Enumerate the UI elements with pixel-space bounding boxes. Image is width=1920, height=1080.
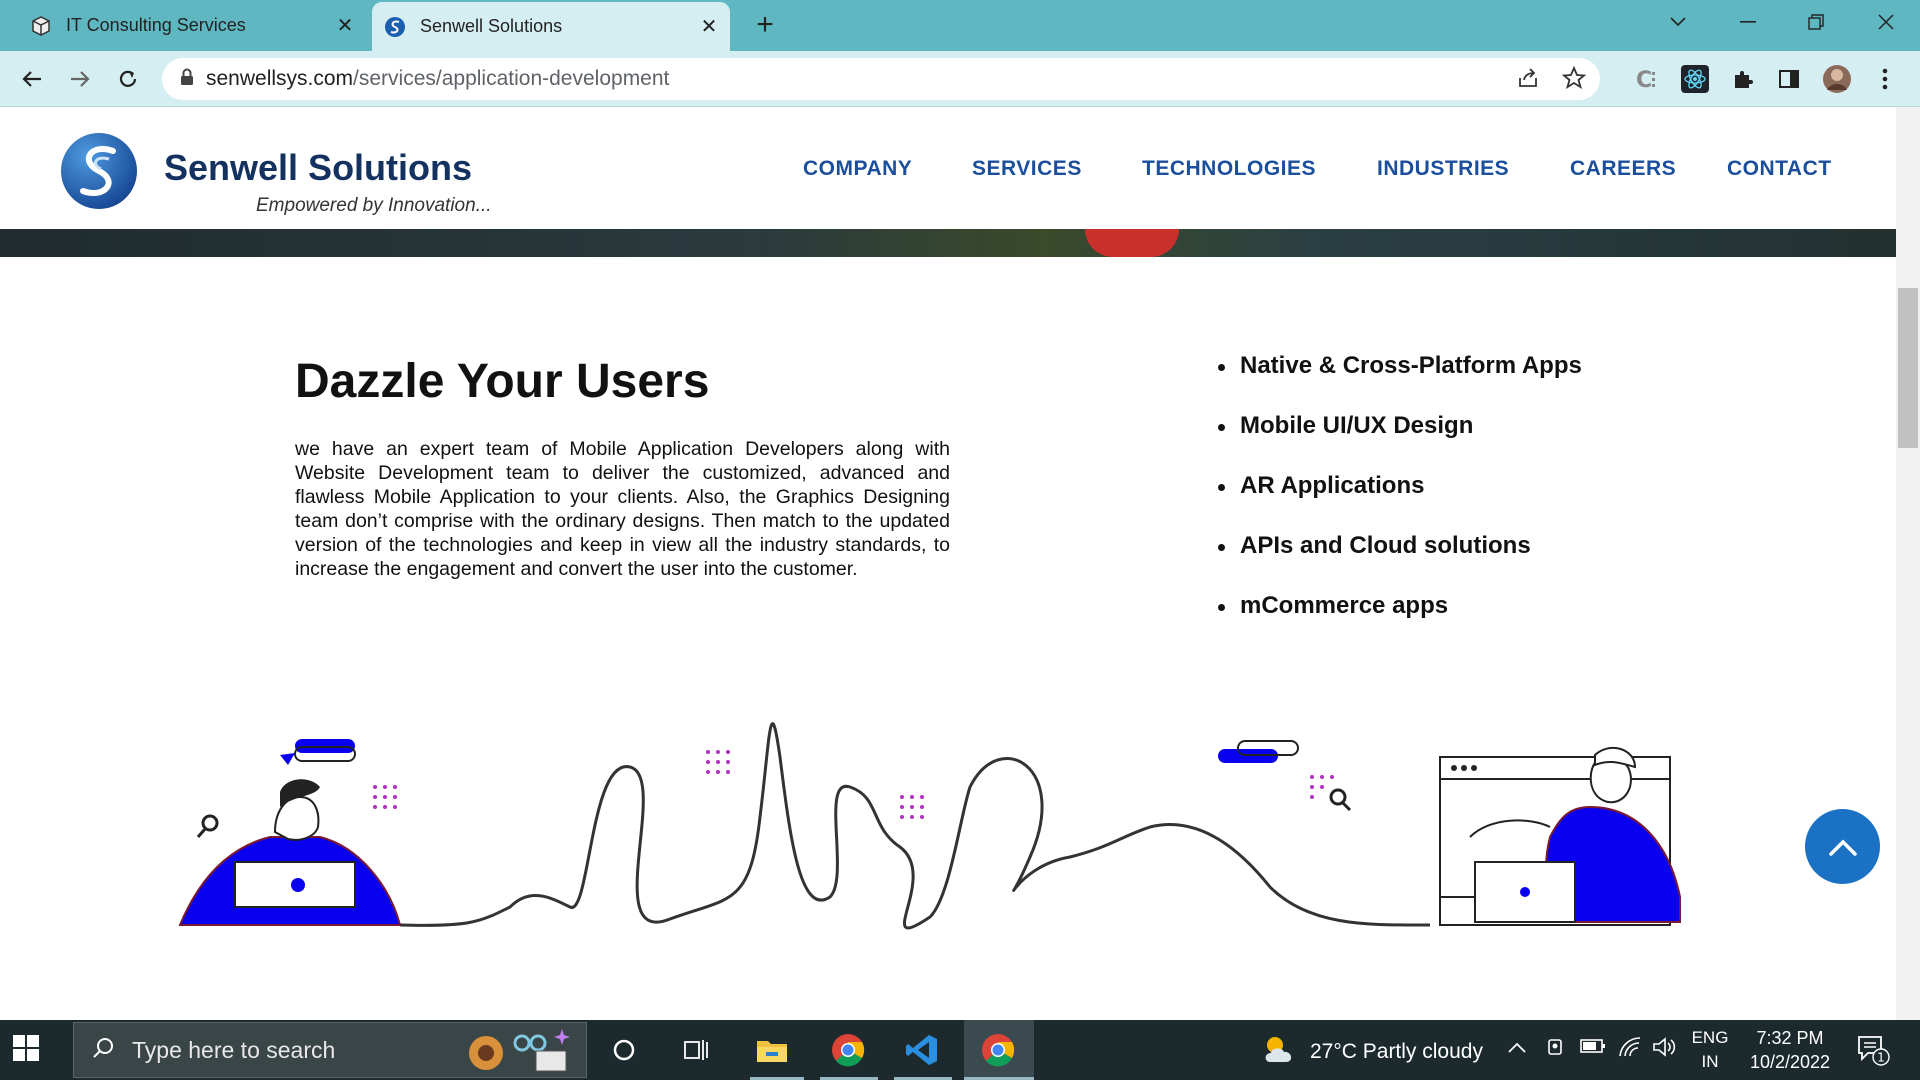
svg-text:C: C	[1636, 68, 1652, 92]
nav-careers[interactable]: CAREERS	[1570, 157, 1676, 181]
section-paragraph: we have an expert team of Mobile Applica…	[295, 438, 950, 580]
back-arrow-icon[interactable]	[14, 61, 50, 97]
senwell-logo[interactable]	[61, 133, 137, 209]
partly-cloudy-icon	[1262, 1034, 1298, 1070]
reload-icon[interactable]	[110, 61, 146, 97]
brand-tagline: Empowered by Innovation...	[256, 195, 492, 216]
volume-icon[interactable]	[1652, 1036, 1676, 1063]
windows-start-icon[interactable]	[12, 1034, 48, 1068]
chrome-icon[interactable]	[826, 1030, 870, 1070]
url-text: senwellsys.com/services/application-deve…	[206, 67, 670, 90]
browser-tab-bar: IT Consulting Services ✕ Senwell Solutio…	[0, 0, 1920, 51]
section-heading: Dazzle Your Users	[295, 355, 710, 408]
clock-date: 10/2/2022	[1749, 1052, 1831, 1072]
feature-list: Native & Cross-Platform Apps Mobile UI/U…	[1216, 343, 1582, 643]
weather-widget[interactable]: 27°C Partly cloudy	[1262, 1034, 1483, 1070]
tab-title: IT Consulting Services	[66, 15, 246, 35]
scrollbar-thumb[interactable]	[1898, 288, 1918, 448]
vscode-icon[interactable]	[900, 1030, 944, 1070]
cortana-icon[interactable]	[602, 1030, 646, 1070]
cube-favicon-icon	[30, 15, 52, 37]
nav-company[interactable]: COMPANY	[803, 157, 912, 181]
feature-item: Native & Cross-Platform Apps	[1216, 343, 1582, 403]
tab-title: Senwell Solutions	[420, 16, 563, 36]
language-code: ENG	[1691, 1028, 1729, 1047]
menu-kebab-icon[interactable]	[1868, 62, 1902, 96]
profile-avatar[interactable]	[1820, 62, 1854, 96]
system-clock[interactable]: 7:32 PM 10/2/2022	[1740, 1026, 1840, 1074]
minimize-button[interactable]	[1720, 0, 1776, 44]
tab-senwell-solutions[interactable]: Senwell Solutions ✕	[372, 2, 730, 51]
tab-it-consulting[interactable]: IT Consulting Services ✕	[18, 0, 366, 51]
tab-search-chevron-icon[interactable]	[1650, 0, 1706, 44]
bookmark-star-icon[interactable]	[1561, 65, 1587, 95]
lock-icon	[180, 68, 194, 91]
nav-contact[interactable]: CONTACT	[1727, 157, 1832, 181]
feature-item: APIs and Cloud solutions	[1216, 523, 1582, 583]
page-viewport: Senwell Solutions Empowered by Innovatio…	[0, 107, 1896, 1020]
new-tab-button[interactable]: +	[748, 8, 782, 42]
feature-item: Mobile UI/UX Design	[1216, 403, 1582, 463]
nav-industries[interactable]: INDUSTRIES	[1377, 157, 1509, 181]
extension-c-icon[interactable]: C	[1630, 62, 1664, 96]
file-explorer-icon[interactable]	[750, 1030, 794, 1070]
hero-banner-strip	[0, 229, 1896, 257]
region-code: IN	[1701, 1052, 1719, 1071]
address-bar[interactable]: senwellsys.com/services/application-deve…	[162, 58, 1600, 100]
windows-taskbar: Type here to search 27°C Partly cloudy E…	[0, 1020, 1920, 1080]
nav-technologies[interactable]: TECHNOLOGIES	[1142, 157, 1316, 181]
language-indicator[interactable]: ENG IN	[1688, 1026, 1732, 1074]
taskbar-search[interactable]: Type here to search	[73, 1022, 587, 1078]
close-tab-icon[interactable]: ✕	[330, 13, 360, 38]
tray-chevron-icon[interactable]	[1508, 1038, 1526, 1059]
browser-toolbar: senwellsys.com/services/application-deve…	[0, 51, 1920, 107]
meet-now-icon[interactable]	[1546, 1036, 1566, 1063]
notification-count: 1	[1877, 1051, 1885, 1065]
search-placeholder: Type here to search	[132, 1036, 336, 1063]
weather-text: 27°C Partly cloudy	[1310, 1040, 1483, 1063]
hero-banner-accent	[1085, 229, 1179, 257]
nav-services[interactable]: SERVICES	[972, 157, 1082, 181]
senwell-favicon-icon	[384, 16, 406, 38]
share-icon[interactable]	[1516, 66, 1540, 95]
chrome-active-icon[interactable]	[976, 1030, 1020, 1070]
close-window-button[interactable]	[1858, 0, 1914, 44]
wifi-icon[interactable]	[1618, 1036, 1642, 1063]
brand-name[interactable]: Senwell Solutions	[164, 147, 472, 189]
page-scrollbar[interactable]	[1896, 107, 1920, 1020]
search-icon	[92, 1037, 114, 1064]
react-devtools-icon[interactable]	[1678, 62, 1712, 96]
battery-icon[interactable]	[1580, 1038, 1606, 1059]
clock-time: 7:32 PM	[1756, 1028, 1824, 1048]
task-view-icon[interactable]	[674, 1030, 718, 1070]
developers-illustration	[178, 722, 1681, 930]
back-to-top-button[interactable]	[1805, 809, 1880, 884]
search-highlight-image	[464, 1027, 574, 1080]
feature-item: mCommerce apps	[1216, 583, 1582, 643]
site-header: Senwell Solutions Empowered by Innovatio…	[0, 107, 1896, 229]
feature-item: AR Applications	[1216, 463, 1582, 523]
restore-button[interactable]	[1788, 0, 1844, 44]
forward-arrow-icon[interactable]	[62, 61, 98, 97]
side-panel-icon[interactable]	[1772, 62, 1806, 96]
notifications-icon[interactable]: 1	[1856, 1034, 1890, 1071]
close-tab-icon[interactable]: ✕	[694, 14, 724, 39]
extensions-puzzle-icon[interactable]	[1726, 62, 1760, 96]
